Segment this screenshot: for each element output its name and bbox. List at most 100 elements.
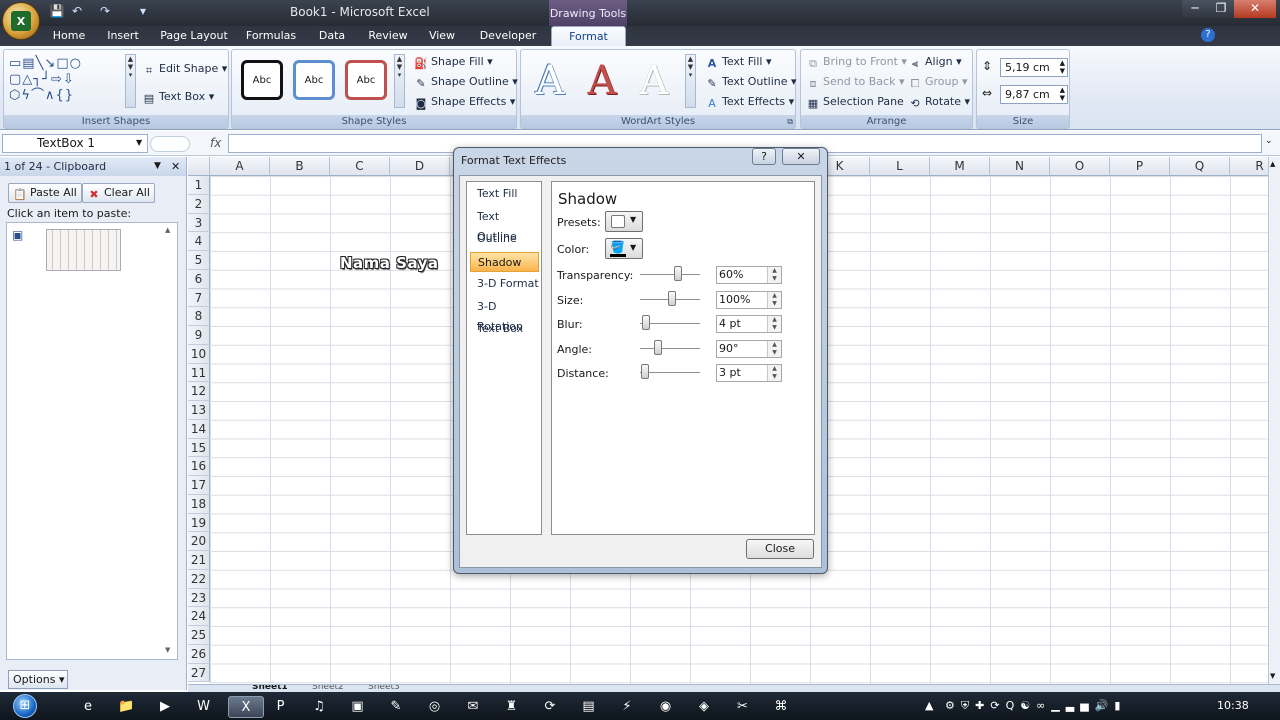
category-shadow[interactable]: Shadow [470, 251, 539, 272]
save-icon[interactable]: 💾 [48, 4, 66, 20]
restore-button[interactable]: ❐ [1208, 0, 1234, 18]
row-header[interactable]: 5 [188, 251, 210, 270]
send-to-back-button[interactable]: ⧈ Send to Back ▾ [806, 73, 905, 91]
paint-icon[interactable]: ✎ [382, 696, 410, 718]
text-outline-button[interactable]: ✎ Text Outline ▾ [705, 73, 796, 91]
text-box-button[interactable]: ▤ Text Box ▾ [142, 88, 214, 106]
game-icon[interactable]: ♜ [498, 696, 526, 718]
tray-search-icon[interactable]: Q [1006, 699, 1021, 712]
shape-fill-button[interactable]: ⛽ Shape Fill ▾ [414, 53, 493, 71]
shape-style-black[interactable]: Abc [241, 60, 283, 100]
close-button[interactable]: Close [746, 539, 814, 559]
blur-spinner-icon[interactable]: ▲ ▼ [767, 316, 781, 332]
connector-shape-icon[interactable]: ┐ [33, 72, 42, 87]
edit-shape-button[interactable]: ⌗ Edit Shape ▾ [142, 60, 227, 78]
tab-developer[interactable]: Developer [476, 26, 540, 46]
sync-app-icon[interactable]: ⟳ [536, 696, 564, 718]
wordart-style-blue-outline[interactable]: A [527, 58, 573, 104]
tab-page-layout[interactable]: Page Layout [158, 26, 230, 46]
category-text-box[interactable]: Text Box [470, 319, 539, 339]
elbow-connector-shape-icon[interactable]: ┘ [42, 72, 51, 87]
category-text-fill[interactable]: Text Fill [470, 184, 539, 204]
select-all-corner[interactable] [188, 157, 210, 176]
scroll-up-icon[interactable]: ▲ [1270, 160, 1275, 168]
shape-width-input[interactable]: 9,87 cm ▲ ▼ [1000, 85, 1068, 104]
rounded-rectangle-shape-icon[interactable]: ▢ [9, 72, 22, 87]
textbox-nama-saya[interactable]: Nama Saya [340, 254, 439, 272]
tab-format[interactable]: Format [551, 26, 626, 47]
column-header[interactable]: N [990, 157, 1050, 176]
textbox-shape-icon[interactable]: ▭ [9, 56, 22, 71]
media-player-icon[interactable]: ▶ [151, 696, 179, 718]
shape-outline-button[interactable]: ✎ Shape Outline ▾ [414, 73, 517, 91]
category-outline-style[interactable]: Outline Style [470, 229, 539, 265]
start-button[interactable]: ⊞ [6, 692, 44, 720]
brace-left-shape-icon[interactable]: { [55, 88, 64, 103]
help-icon[interactable]: ? [1201, 28, 1215, 42]
text-fill-button[interactable]: A Text Fill ▾ [705, 53, 772, 71]
row-header[interactable]: 17 [188, 476, 210, 495]
arrow-line-shape-icon[interactable]: ↘ [44, 56, 56, 71]
row-header[interactable]: 3 [188, 213, 210, 233]
tray-link-icon[interactable]: ∞ [1036, 699, 1051, 712]
column-header[interactable]: C [330, 157, 390, 176]
vertical-scrollbar[interactable] [1268, 157, 1280, 684]
shapes-gallery[interactable]: ▭▤╲↘□○ ▢△┐┘⇨⇩ ⬡ϟ⌒∧{} [9, 56, 127, 106]
name-box[interactable]: TextBox 1 [2, 134, 148, 153]
column-header[interactable]: L [870, 157, 930, 176]
close-pane-icon[interactable]: ✕ [171, 160, 180, 173]
size-spinner-icon[interactable]: ▲ ▼ [767, 292, 781, 308]
formula-bar-expander[interactable] [150, 136, 190, 152]
tool-icon[interactable]: ⌘ [767, 696, 795, 718]
row-header[interactable]: 16 [188, 457, 210, 476]
sheet-tab-3[interactable]: Sheet3 [368, 685, 400, 692]
transparency-slider[interactable] [640, 274, 700, 275]
row-header[interactable]: 7 [188, 288, 210, 308]
column-header[interactable]: O [1050, 157, 1110, 176]
tray-security-icon[interactable]: ⛨ [961, 699, 975, 712]
redo-icon[interactable]: ↷ [96, 4, 114, 20]
shape-style-blue[interactable]: Abc [293, 60, 335, 100]
angle-input[interactable]: 90° ▲ ▼ [716, 340, 782, 358]
tab-review[interactable]: Review [364, 26, 412, 46]
distance-spinner-icon[interactable]: ▲ ▼ [767, 365, 781, 381]
distance-slider-thumb[interactable] [641, 364, 649, 379]
rectangle-shape-icon[interactable]: □ [56, 56, 69, 71]
tab-formulas[interactable]: Formulas [242, 26, 300, 46]
clock[interactable]: 10:38 [1217, 699, 1249, 712]
office-button[interactable]: X [2, 2, 40, 40]
shape-styles-scroll[interactable]: ▲ ▼ ▾ [394, 54, 405, 108]
row-header[interactable]: 4 [188, 232, 210, 251]
oval-shape-icon[interactable]: ○ [70, 56, 82, 71]
presets-dropdown[interactable]: ▼ [605, 211, 643, 232]
row-header[interactable]: 24 [188, 607, 210, 626]
powerpoint-icon[interactable]: P [267, 696, 295, 718]
snipping-icon[interactable]: ✂ [729, 696, 757, 718]
row-header[interactable]: 13 [188, 401, 210, 420]
dialog-help-button[interactable]: ? [752, 148, 776, 165]
document-app-icon[interactable]: ▤ [575, 696, 603, 718]
category-3-d-format[interactable]: 3-D Format [470, 274, 539, 294]
wordart-style-red[interactable]: A [579, 58, 625, 104]
blur-input[interactable]: 4 pt ▲ ▼ [716, 315, 782, 333]
wordart-dialog-launcher-icon[interactable]: ⧉ [787, 117, 793, 127]
clipboard-scroll-up-icon[interactable]: ▲ [165, 226, 170, 234]
column-header[interactable]: R [1230, 157, 1268, 176]
column-header[interactable]: B [270, 157, 330, 176]
tab-data[interactable]: Data [312, 26, 352, 46]
tray-signal-icon[interactable]: ▁▃▅ [1051, 699, 1094, 712]
insert-function-icon[interactable]: fx [210, 136, 221, 150]
tray-power-icon[interactable]: ▮ [1114, 699, 1126, 712]
angle-spinner-icon[interactable]: ▲ ▼ [767, 341, 781, 357]
align-button[interactable]: ⫷ Align ▾ [908, 53, 962, 71]
tray-update-icon[interactable]: ⟳ [990, 699, 1005, 712]
selection-pane-button[interactable]: ▦ Selection Pane [806, 93, 904, 111]
row-header[interactable]: 22 [188, 569, 210, 589]
distance-slider[interactable] [640, 372, 700, 373]
row-header[interactable]: 11 [188, 363, 210, 383]
tray-app-icon[interactable]: ✚ [975, 699, 990, 712]
angle-slider-thumb[interactable] [654, 340, 662, 355]
wordart-style-white[interactable]: A [631, 58, 677, 104]
row-header[interactable]: 12 [188, 382, 210, 401]
clipboard-scroll-down-icon[interactable]: ▼ [165, 646, 170, 654]
